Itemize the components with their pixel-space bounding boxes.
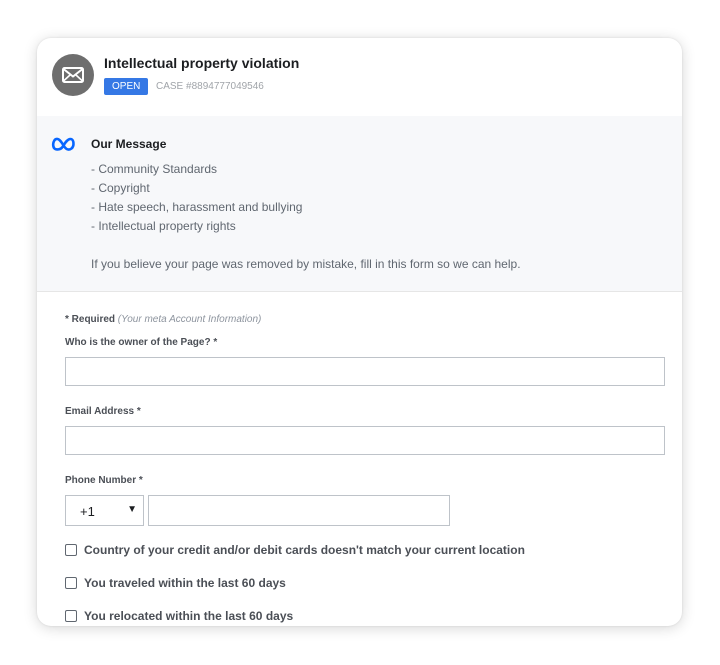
checkbox-row[interactable]: You traveled within the last 60 days <box>65 575 286 591</box>
checkbox-row[interactable]: Country of your credit and/or debit card… <box>65 542 525 558</box>
appeal-form: * Required (Your meta Account Informatio… <box>37 292 682 626</box>
country-code-select[interactable]: +1 ▼ <box>65 495 144 526</box>
checkbox-label: You traveled within the last 60 days <box>84 576 286 590</box>
case-number: CASE #8894777049546 <box>156 81 264 92</box>
message-list: - Community Standards - Copyright - Hate… <box>91 162 302 238</box>
checkbox[interactable] <box>65 610 77 622</box>
owner-input[interactable] <box>65 357 665 386</box>
owner-label: Who is the owner of the Page? * <box>65 337 218 348</box>
case-title: Intellectual property violation <box>104 55 300 71</box>
list-item: - Intellectual property rights <box>91 219 236 233</box>
message-section: Our Message - Community Standards - Copy… <box>37 116 682 292</box>
list-item: - Copyright <box>91 181 150 195</box>
list-item: - Hate speech, harassment and bullying <box>91 200 303 214</box>
checkbox[interactable] <box>65 577 77 589</box>
required-note: * Required (Your meta Account Informatio… <box>65 314 261 325</box>
envelope-icon <box>52 54 94 96</box>
checkbox-row[interactable]: You relocated within the last 60 days <box>65 608 293 624</box>
status-badge: OPEN <box>104 78 149 95</box>
country-code-value: +1 <box>80 504 95 519</box>
meta-logo-icon <box>51 136 77 157</box>
required-hint: (Your meta Account Information) <box>117 314 262 325</box>
checkbox-label: Country of your credit and/or debit card… <box>84 543 525 557</box>
email-label: Email Address * <box>65 406 141 417</box>
case-header: Intellectual property violation OPEN CAS… <box>37 38 682 117</box>
list-item: - Community Standards <box>91 162 218 176</box>
phone-input[interactable] <box>148 495 450 526</box>
required-label: * Required <box>65 314 116 325</box>
message-heading: Our Message <box>91 137 167 151</box>
checkbox-label: You relocated within the last 60 days <box>84 609 294 623</box>
email-input[interactable] <box>65 426 665 455</box>
message-footer: If you believe your page was removed by … <box>91 257 521 271</box>
checkbox[interactable] <box>65 544 77 556</box>
phone-label: Phone Number * <box>65 475 143 486</box>
case-card: Intellectual property violation OPEN CAS… <box>37 38 682 626</box>
chevron-down-icon: ▼ <box>127 504 137 515</box>
